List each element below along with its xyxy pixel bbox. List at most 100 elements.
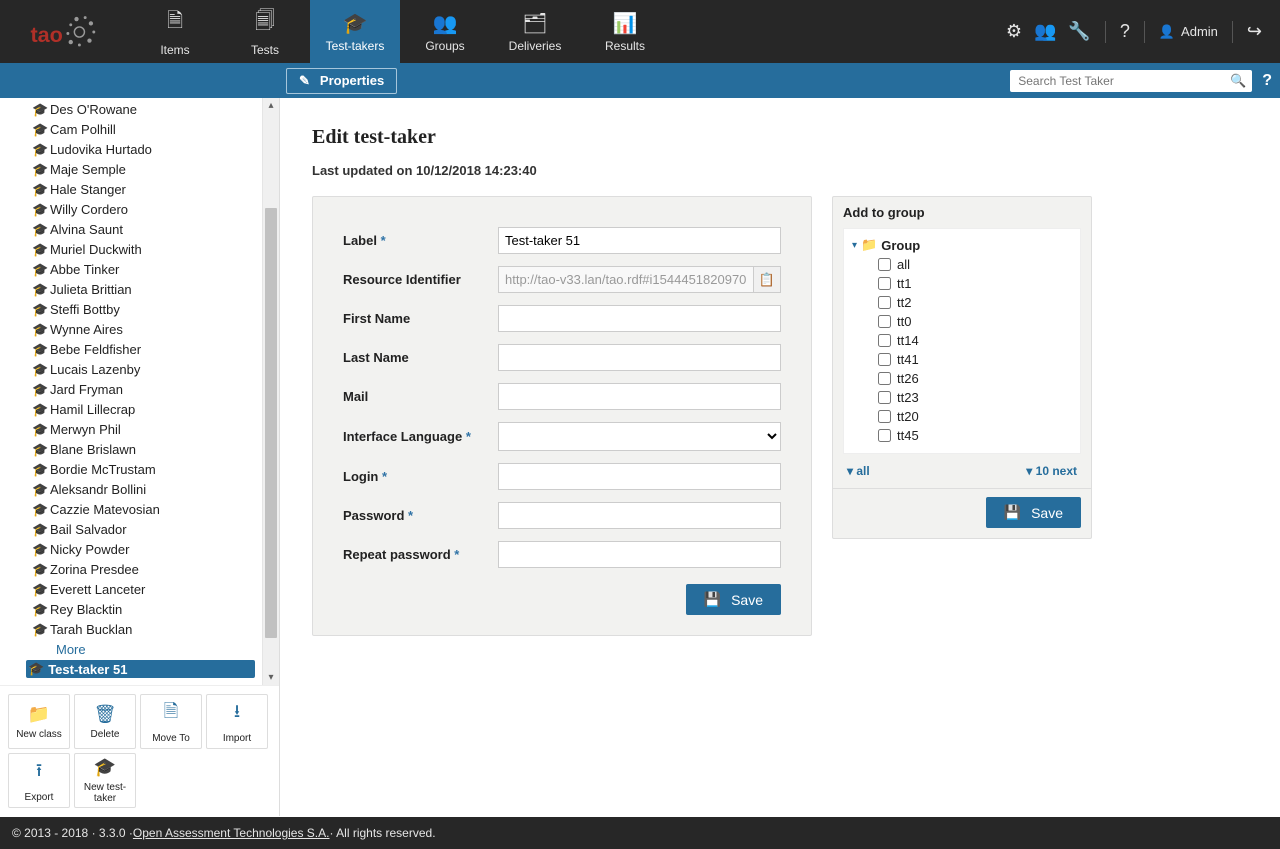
export-button[interactable]: ⭱Export [8, 753, 70, 808]
tree-item[interactable]: 🎓Lucais Lazenby [30, 360, 255, 380]
admin-menu[interactable]: 👤Admin [1159, 24, 1218, 40]
group-checkbox[interactable] [878, 258, 891, 271]
form-panel: Label * Resource Identifier 📋 First Name… [312, 196, 812, 636]
tree-item[interactable]: 🎓Everett Lanceter [30, 580, 255, 600]
delete-button[interactable]: 🗑Delete [74, 694, 136, 749]
group-item[interactable]: tt45 [878, 426, 1072, 445]
tree-item[interactable]: 🎓Maje Semple [30, 160, 255, 180]
label-input[interactable] [498, 227, 781, 254]
tree-item[interactable]: 🎓Blane Brislawn [30, 440, 255, 460]
tree-item[interactable]: 🎓Willy Cordero [30, 200, 255, 220]
pager-all[interactable]: ▾ all [847, 464, 870, 478]
group-checkbox[interactable] [878, 315, 891, 328]
tree-item[interactable]: 🎓Hamil Lillecrap [30, 400, 255, 420]
help-button[interactable]: ? [1262, 72, 1272, 90]
newtesttaker-button[interactable]: 🎓New test-taker [74, 753, 136, 808]
tools-icon[interactable]: 🔧 [1068, 21, 1090, 42]
footer-left: © 2013 - 2018 · 3.3.0 · [12, 826, 133, 840]
save-button[interactable]: 💾Save [686, 584, 781, 615]
search-icon[interactable]: 🔍 [1230, 73, 1246, 89]
group-item[interactable]: tt1 [878, 274, 1072, 293]
tree-item[interactable]: 🎓Cam Polhill [30, 120, 255, 140]
tree-item[interactable]: 🎓Aleksandr Bollini [30, 480, 255, 500]
newclass-button[interactable]: 📁New class [8, 694, 70, 749]
tree-item[interactable]: 🎓Bordie McTrustam [30, 460, 255, 480]
nav-results[interactable]: 📊Results [580, 0, 670, 63]
testtaker-icon: 🎓 [94, 757, 116, 778]
group-item[interactable]: tt0 [878, 312, 1072, 331]
nav-groups[interactable]: 👥Groups [400, 0, 490, 63]
firstname-input[interactable] [498, 305, 781, 332]
language-select[interactable] [498, 422, 781, 451]
group-item[interactable]: tt2 [878, 293, 1072, 312]
moveto-icon: 🗎 [164, 699, 178, 729]
tree-item[interactable]: 🎓Ludovika Hurtado [30, 140, 255, 160]
copy-button[interactable]: 📋 [754, 266, 781, 293]
scrollbar[interactable]: ▴ ▾ [262, 98, 279, 685]
tree-item[interactable]: 🎓Bebe Feldfisher [30, 340, 255, 360]
repeat-input[interactable] [498, 541, 781, 568]
group-checkbox[interactable] [878, 429, 891, 442]
tree-wrapper: 🎓Des O'Rowane🎓Cam Polhill🎓Ludovika Hurta… [0, 98, 279, 685]
login-input[interactable] [498, 463, 781, 490]
save-icon: 💾 [704, 591, 721, 608]
tree-item[interactable]: 🎓Cazzie Matevosian [30, 500, 255, 520]
tree-item[interactable]: 🎓Merwyn Phil [30, 420, 255, 440]
pager-next[interactable]: ▾ 10 next [1026, 464, 1077, 478]
testtaker-icon: 🎓 [32, 381, 46, 399]
tree-item[interactable]: 🎓Bail Salvador [30, 520, 255, 540]
tree-item[interactable]: 🎓Jard Fryman [30, 380, 255, 400]
logout-icon[interactable]: ↪ [1247, 21, 1262, 42]
group-save-button[interactable]: 💾Save [986, 497, 1081, 528]
nav-items[interactable]: 🗎Items [130, 0, 220, 63]
import-button[interactable]: ⭳Import [206, 694, 268, 749]
group-item[interactable]: tt41 [878, 350, 1072, 369]
scroll-thumb[interactable] [265, 208, 277, 638]
group-item[interactable]: tt14 [878, 331, 1072, 350]
group-checkbox[interactable] [878, 353, 891, 366]
tree-more[interactable]: More [30, 640, 255, 660]
group-item[interactable]: all [878, 255, 1072, 274]
tree-item[interactable]: 🎓Muriel Duckwith [30, 240, 255, 260]
settings-icon[interactable]: ⚙ [1006, 21, 1022, 42]
group-checkbox[interactable] [878, 277, 891, 290]
tree-item-label: Cazzie Matevosian [50, 501, 160, 519]
search-input[interactable] [1010, 70, 1252, 92]
group-root[interactable]: ▾ 📁 Group [852, 237, 1072, 253]
footer-link[interactable]: Open Assessment Technologies S.A. [133, 826, 330, 840]
tree-item[interactable]: 🎓Alvina Saunt [30, 220, 255, 240]
group-checkbox[interactable] [878, 391, 891, 404]
nav-tests[interactable]: 🗐Tests [220, 0, 310, 63]
group-item[interactable]: tt23 [878, 388, 1072, 407]
group-checkbox[interactable] [878, 372, 891, 385]
tree-item[interactable]: 🎓Rey Blacktin [30, 600, 255, 620]
tree-item[interactable]: 🎓Tarah Bucklan [30, 620, 255, 640]
group-checkbox[interactable] [878, 296, 891, 309]
tree-item-selected[interactable]: 🎓Test-taker 51 [26, 660, 255, 678]
scroll-down-icon[interactable]: ▾ [263, 670, 279, 685]
tree-item[interactable]: 🎓Steffi Bottby [30, 300, 255, 320]
group-item[interactable]: tt26 [878, 369, 1072, 388]
tree-item[interactable]: 🎓Hale Stanger [30, 180, 255, 200]
help-icon[interactable]: ? [1120, 21, 1130, 42]
group-checkbox[interactable] [878, 334, 891, 347]
nav-testtakers[interactable]: 🎓Test-takers [310, 0, 400, 63]
nav-deliveries[interactable]: 🗂Deliveries [490, 0, 580, 63]
users-icon[interactable]: 👥 [1034, 21, 1056, 42]
properties-button[interactable]: ✎ Properties [286, 68, 397, 94]
password-input[interactable] [498, 502, 781, 529]
moveto-button[interactable]: 🗎Move To [140, 694, 202, 749]
tree-item[interactable]: 🎓Wynne Aires [30, 320, 255, 340]
logo[interactable]: tao [0, 0, 130, 63]
tree-item[interactable]: 🎓Abbe Tinker [30, 260, 255, 280]
lastname-input[interactable] [498, 344, 781, 371]
tree-item[interactable]: 🎓Nicky Powder [30, 540, 255, 560]
tree-item[interactable]: 🎓Zorina Presdee [30, 560, 255, 580]
mail-input[interactable] [498, 383, 781, 410]
scroll-up-icon[interactable]: ▴ [263, 98, 279, 113]
tree-item[interactable]: 🎓Des O'Rowane [30, 100, 255, 120]
tree-item[interactable]: 🎓Julieta Brittian [30, 280, 255, 300]
group-checkbox[interactable] [878, 410, 891, 423]
group-item[interactable]: tt20 [878, 407, 1072, 426]
tree-item-label: Alvina Saunt [50, 221, 123, 239]
